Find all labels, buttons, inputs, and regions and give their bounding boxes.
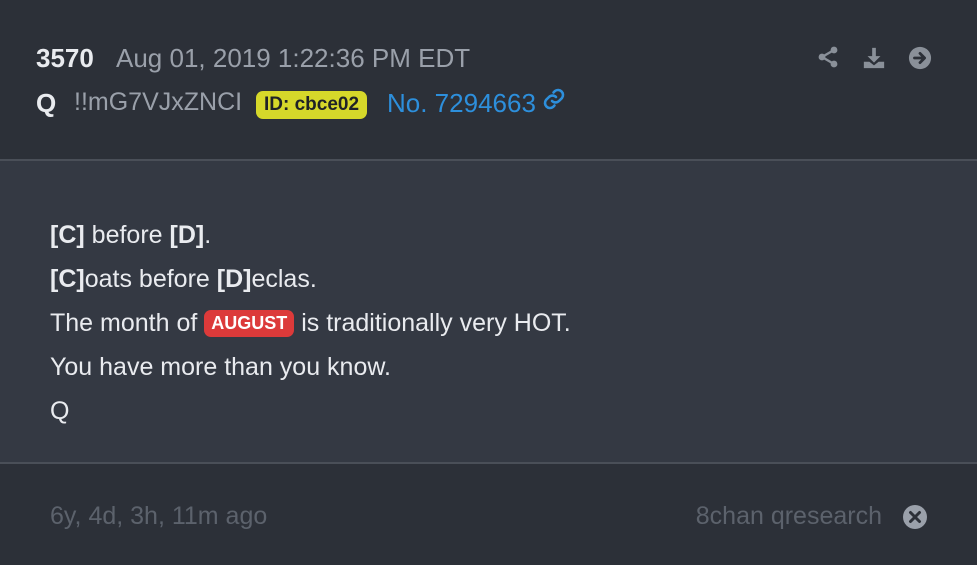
relative-time: 6y, 4d, 3h, 11m ago [50, 502, 268, 530]
tripcode: !!mG7VJxZNCI [74, 88, 243, 116]
close-icon[interactable] [902, 504, 928, 530]
bold-text: [D] [216, 265, 252, 293]
post-header: 3570 Aug 01, 2019 1:22:36 PM EDT Q !!mG7… [0, 0, 977, 160]
highlight-badge: AUGUST [204, 310, 295, 337]
header-actions [816, 45, 932, 70]
text: before [84, 221, 170, 249]
arrow-right-circle-icon[interactable] [908, 45, 932, 70]
share-icon[interactable] [816, 45, 840, 69]
post-number: 3570 [36, 43, 94, 73]
post-number-link[interactable]: No. 7294663 [387, 88, 566, 119]
message-line-4: You have more than you know. [50, 353, 391, 381]
post-link-label[interactable]: No. 7294663 [387, 88, 536, 118]
author-name: Q [36, 88, 57, 118]
bold-text: [C] [50, 221, 85, 249]
message-line-2: [C]oats before [D]eclas. [50, 264, 571, 308]
post-message: [C] before [D]. [C]oats before [D]eclas.… [50, 220, 571, 440]
text: . [204, 221, 212, 249]
link-icon[interactable] [542, 87, 566, 118]
bold-text: [C] [50, 265, 85, 293]
message-line-1: [C] before [D]. [50, 220, 571, 264]
message-line-5: Q [50, 397, 70, 425]
message-line-3: The month of AUGUST is traditionally ver… [50, 308, 571, 352]
post-body: [C] before [D]. [C]oats before [D]eclas.… [0, 161, 977, 462]
bold-text: [D] [169, 221, 205, 249]
source-label: 8chan qresearch [695, 502, 882, 530]
text: oats before [84, 265, 217, 293]
download-icon[interactable] [862, 45, 886, 69]
post-footer: 6y, 4d, 3h, 11m ago 8chan qresearch [0, 464, 977, 565]
text: eclas. [251, 265, 317, 293]
id-badge: ID: cbce02 [256, 91, 368, 119]
text: The month of [50, 309, 205, 337]
text: is traditionally very HOT. [294, 309, 571, 337]
post-date: Aug 01, 2019 1:22:36 PM EDT [116, 43, 471, 73]
